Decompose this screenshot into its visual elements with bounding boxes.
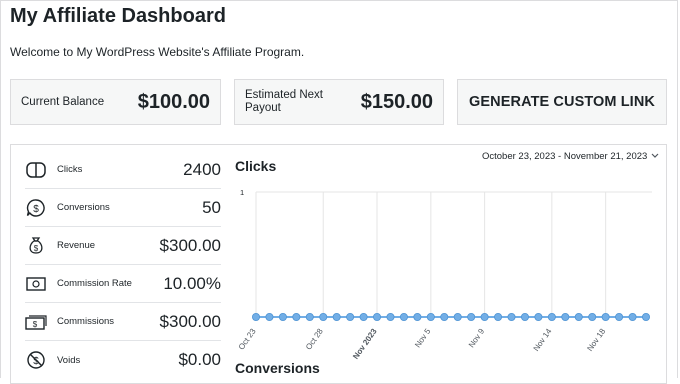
x-tick-label: Oct 23	[237, 327, 258, 352]
clicks-data-point	[265, 312, 274, 321]
next-payout-card: Estimated Next Payout $150.00	[234, 79, 444, 125]
stat-value: $0.00	[178, 350, 221, 369]
svg-text:$: $	[33, 320, 38, 329]
clicks-data-point	[574, 312, 583, 321]
date-range-picker[interactable]: October 23, 2023 - November 21, 2023	[482, 151, 659, 162]
current-balance-label: Current Balance	[21, 95, 105, 108]
clicks-data-point	[251, 312, 260, 321]
x-tick-label: Nov 2023	[351, 327, 379, 360]
clicks-data-point	[588, 312, 597, 321]
welcome-message: Welcome to My WordPress Website's Affili…	[10, 45, 305, 59]
svg-text:$: $	[34, 244, 39, 253]
money-bag-icon: $	[25, 235, 47, 257]
svg-text:$: $	[33, 204, 39, 215]
clicks-data-point	[386, 312, 395, 321]
clicks-data-point	[601, 312, 610, 321]
generate-custom-link-button[interactable]: GENERATE CUSTOM LINK	[457, 79, 667, 125]
date-range-label: October 23, 2023 - November 21, 2023	[482, 151, 648, 162]
clicks-data-point	[319, 312, 328, 321]
current-balance-value: $100.00	[137, 90, 210, 113]
stat-row-voids: $ Voids $0.00	[25, 341, 221, 379]
x-tick-label: Nov 5	[413, 327, 433, 350]
clicks-data-point	[332, 312, 341, 321]
clicks-data-point	[561, 312, 570, 321]
stat-value: 2400	[183, 159, 221, 179]
clicks-data-point	[507, 312, 516, 321]
clicks-data-point	[520, 312, 529, 321]
clicks-data-point	[628, 312, 637, 321]
next-payout-value: $150.00	[360, 90, 433, 113]
stat-label: Commissions	[57, 316, 115, 327]
voided-dollar-icon: $	[25, 349, 47, 371]
clicks-data-point	[359, 312, 368, 321]
current-balance-card: Current Balance $100.00	[10, 79, 221, 125]
stat-label: Commission Rate	[57, 278, 132, 289]
stat-value: 50	[202, 197, 221, 217]
stat-value: 10.00%	[163, 273, 221, 293]
page-title: My Affiliate Dashboard	[10, 5, 226, 27]
stat-value: $300.00	[159, 311, 221, 331]
stat-row-commissions: $ Commissions $300.00	[25, 303, 221, 341]
clicks-data-point	[480, 312, 489, 321]
clicks-data-point	[305, 312, 314, 321]
clicks-data-point	[615, 312, 624, 321]
stat-row-commission-rate: Commission Rate 10.00%	[25, 265, 221, 303]
next-payout-label: Estimated Next Payout	[245, 89, 323, 114]
stat-label: Clicks	[57, 164, 83, 175]
stat-row-revenue: $ Revenue $300.00	[25, 227, 221, 265]
clicks-data-point	[426, 312, 435, 321]
stat-value: $300.00	[159, 235, 221, 255]
clicks-data-point	[373, 312, 382, 321]
conversions-section-title: Conversions	[235, 360, 320, 376]
clicks-data-point	[453, 312, 462, 321]
clicks-data-point	[292, 312, 301, 321]
clicks-chart: 1 Oct 23 Oct 28 Nov 2023 Nov 5 Nov 9 Nov 14 Nov…	[237, 188, 652, 360]
x-tick-label: Nov 18	[585, 327, 607, 353]
stat-label: Revenue	[57, 240, 96, 251]
banknote-icon	[25, 273, 47, 295]
x-tick-label: Oct 28	[304, 327, 325, 352]
chevron-down-icon	[651, 151, 659, 162]
clicks-data-point	[467, 312, 476, 321]
stat-label: Voids	[57, 354, 81, 366]
clicks-data-point	[547, 312, 556, 321]
mouse-icon	[25, 159, 47, 181]
clicks-data-point	[440, 312, 449, 321]
clicks-data-point	[399, 312, 408, 321]
clicks-data-point	[494, 312, 503, 321]
x-tick-label: Nov 14	[532, 327, 554, 353]
stat-label: Conversions	[57, 202, 110, 213]
clicks-data-point	[346, 312, 355, 321]
banknote-stack-icon: $	[25, 311, 47, 333]
stat-row-clicks: Clicks 2400	[25, 151, 221, 189]
clicks-data-point	[278, 312, 287, 321]
stat-row-conversions: $ Conversions 50	[25, 189, 221, 227]
generate-custom-link-label: GENERATE CUSTOM LINK	[469, 94, 655, 110]
clicks-data-point	[534, 312, 543, 321]
clicks-data-point	[641, 312, 650, 321]
clicks-data-point	[413, 312, 422, 321]
dollar-bubble-icon: $	[25, 197, 47, 219]
clicks-section-title: Clicks	[235, 158, 277, 174]
x-tick-label: Nov 9	[467, 327, 487, 350]
y-tick-label: 1	[240, 188, 244, 197]
stats-list: Clicks 2400 $ Conversions 50 $ Revenue $…	[25, 151, 221, 379]
